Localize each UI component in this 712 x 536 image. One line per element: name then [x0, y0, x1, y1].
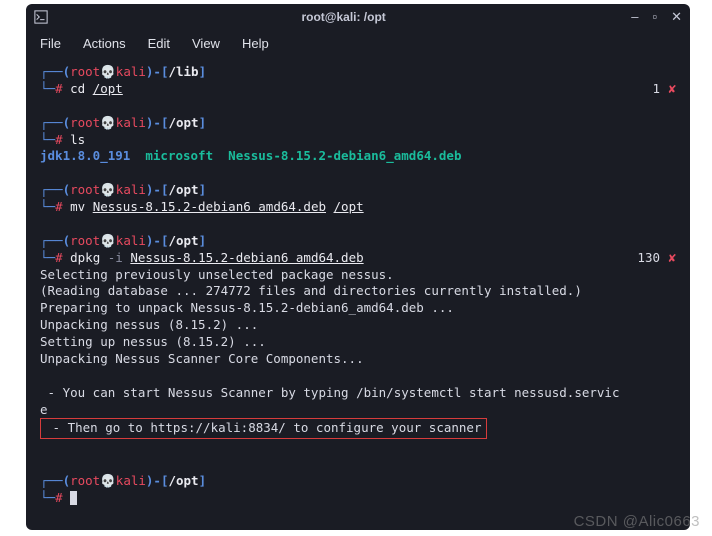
terminal-window: root@kali: /opt – ▫ ✕ File Actions Edit …	[26, 4, 690, 530]
output-line: Selecting previously unselected package …	[40, 267, 676, 284]
output-line: Unpacking nessus (8.15.2) ...	[40, 317, 676, 334]
menubar: File Actions Edit View Help	[26, 30, 690, 56]
output-line: Setting up nessus (8.15.2) ...	[40, 334, 676, 351]
highlighted-line: - Then go to https://kali:8834/ to confi…	[40, 418, 676, 439]
window-title: root@kali: /opt	[56, 10, 631, 24]
close-button[interactable]: ✕	[671, 9, 682, 25]
cmd-line: └─# ls	[40, 132, 676, 149]
output-line: Unpacking Nessus Scanner Core Components…	[40, 351, 676, 368]
prompt-line: ┌──(root💀kali)-[/opt]	[40, 182, 676, 199]
text-cursor	[70, 491, 77, 505]
prompt-line: ┌──(root💀kali)-[/opt]	[40, 473, 676, 490]
cmd-line: └─# dpkg -i Nessus-8.15.2-debian6 amd64.…	[40, 250, 676, 267]
minimize-button[interactable]: –	[631, 9, 638, 25]
menu-view[interactable]: View	[192, 36, 220, 51]
prompt-line: ┌──(root💀kali)-[/opt]	[40, 233, 676, 250]
menu-file[interactable]: File	[40, 36, 61, 51]
prompt-cursor-line: └─#	[40, 490, 676, 507]
menu-edit[interactable]: Edit	[148, 36, 170, 51]
ls-output: jdk1.8.0_191 microsoft Nessus-8.15.2-deb…	[40, 148, 676, 165]
prompt-line: ┌──(root💀kali)-[/opt]	[40, 115, 676, 132]
menu-actions[interactable]: Actions	[83, 36, 126, 51]
terminal-icon	[34, 10, 48, 24]
titlebar: root@kali: /opt – ▫ ✕	[26, 4, 690, 30]
maximize-button[interactable]: ▫	[652, 9, 657, 25]
watermark: CSDN @Alic0663	[574, 513, 700, 530]
cmd-line: └─# mv Nessus-8.15.2-debian6 amd64.deb /…	[40, 199, 676, 216]
output-line: (Reading database ... 274772 files and d…	[40, 283, 676, 300]
cmd-line: └─# cd /opt1✘	[40, 81, 676, 98]
menu-help[interactable]: Help	[242, 36, 269, 51]
prompt-line: ┌──(root💀kali)-[/lib]	[40, 64, 676, 81]
terminal-output[interactable]: ┌──(root💀kali)-[/lib] └─# cd /opt1✘ ┌──(…	[26, 56, 690, 530]
output-line: Preparing to unpack Nessus-8.15.2-debian…	[40, 300, 676, 317]
output-line: e	[40, 402, 676, 419]
output-line: - You can start Nessus Scanner by typing…	[40, 385, 676, 402]
